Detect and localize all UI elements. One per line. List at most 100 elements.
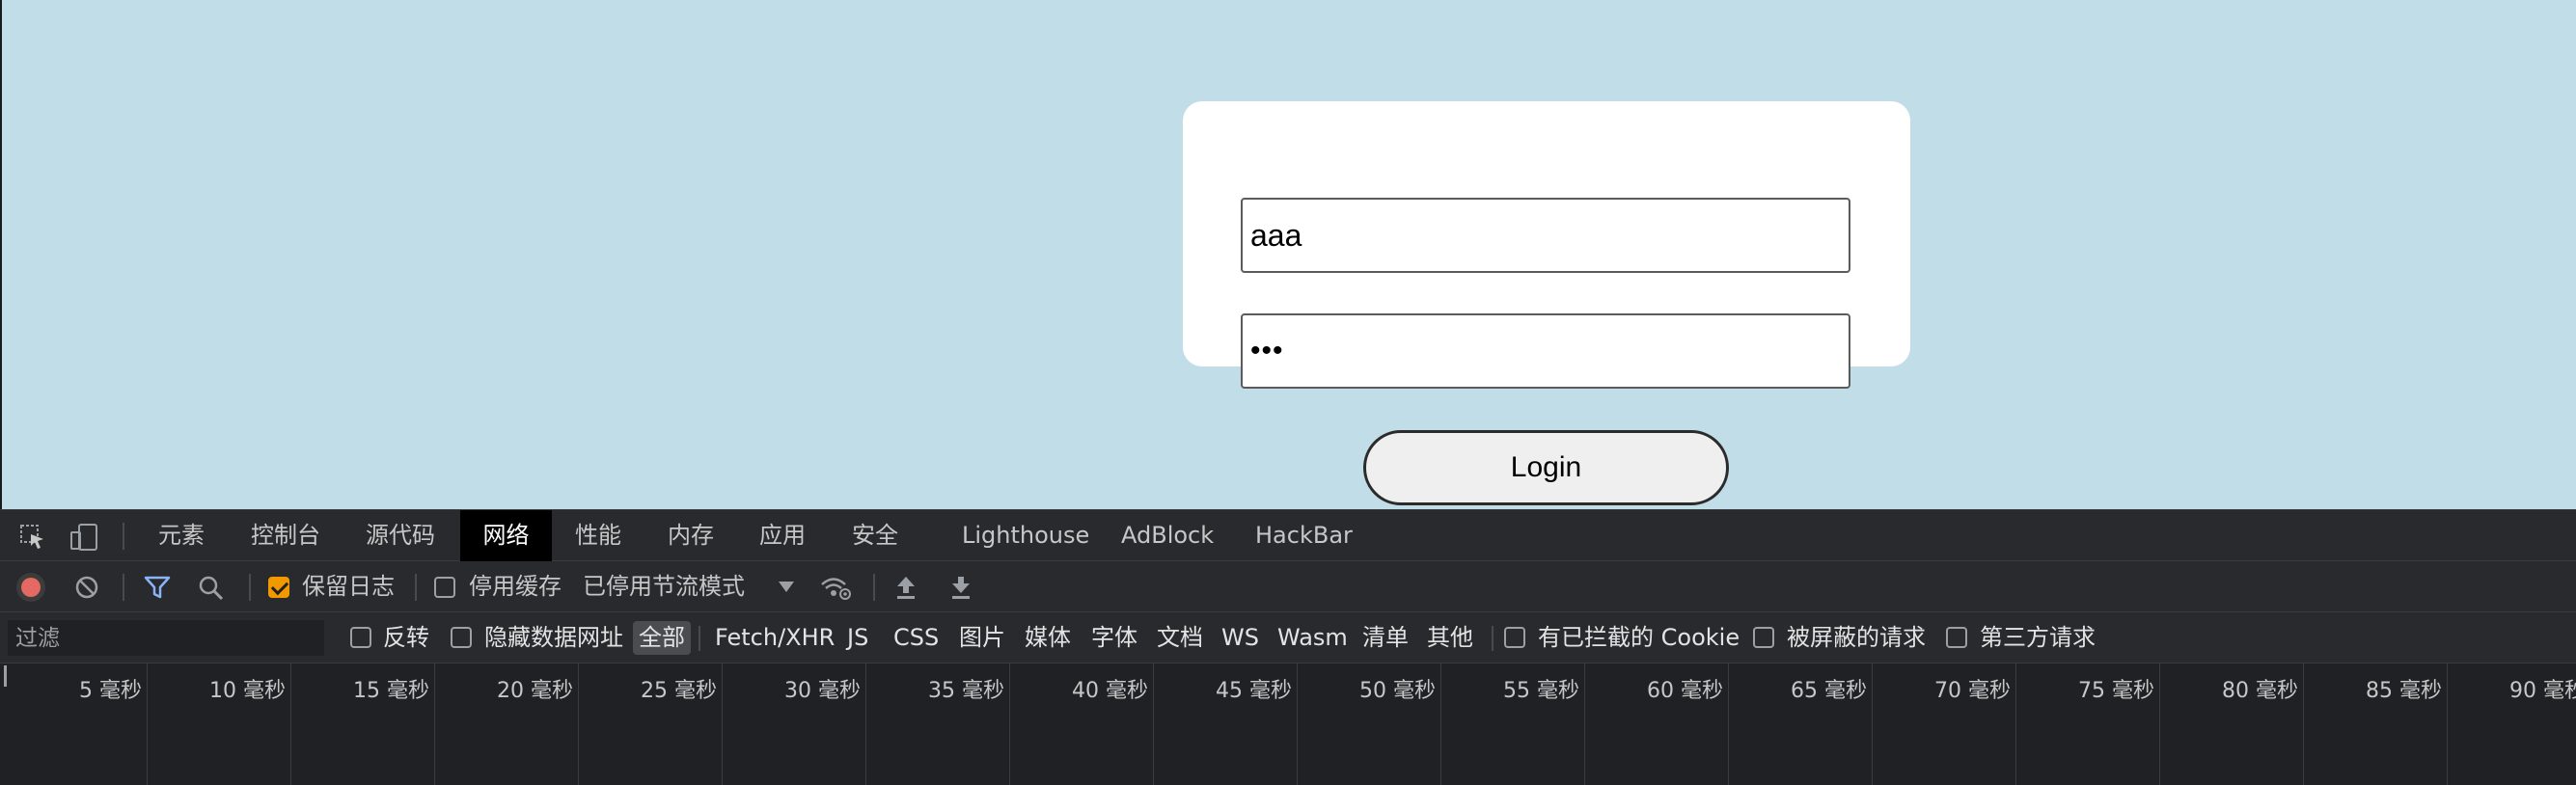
- blocked-requests-checkbox[interactable]: [1753, 627, 1774, 648]
- timeline-tick-label: 5 毫秒: [79, 679, 142, 703]
- password-input[interactable]: [1241, 313, 1850, 389]
- blocked-requests-label: 被屏蔽的请求: [1787, 624, 1926, 651]
- timeline-tick-label: 70 毫秒: [1934, 679, 2011, 703]
- tab-sources[interactable]: 源代码: [352, 510, 449, 561]
- chevron-down-icon[interactable]: [778, 581, 795, 599]
- filter-type-doc[interactable]: 文档: [1157, 612, 1203, 663]
- filter-type-css[interactable]: CSS: [893, 612, 939, 663]
- timeline-gridline: [722, 663, 723, 785]
- invert-checkbox[interactable]: [350, 627, 371, 648]
- separator: [123, 574, 124, 601]
- timeline-tick-label: 80 毫秒: [2222, 679, 2298, 703]
- disable-cache-label: 停用缓存: [469, 573, 562, 600]
- throttling-select[interactable]: 已停用节流模式: [583, 561, 745, 612]
- tab-elements[interactable]: 元素: [145, 510, 218, 561]
- timeline-gridline: [2159, 663, 2160, 785]
- timeline-gridline: [1009, 663, 1010, 785]
- timeline-tick-label: 65 毫秒: [1791, 679, 1867, 703]
- timeline-gridline: [578, 663, 579, 785]
- filter-type-other[interactable]: 其他: [1427, 612, 1473, 663]
- network-overview-timeline[interactable]: 5 毫秒 10 毫秒 15 毫秒 20 毫秒 25 毫秒 30 毫秒 35 毫秒 40 毫秒 4…: [0, 663, 2576, 785]
- disable-cache-checkbox[interactable]: [434, 577, 455, 598]
- devtools-tab-bar: 元素 控制台 源代码 网络 性能 内存 应用 安全 Lighthouse AdB…: [0, 509, 2576, 561]
- timeline-tick-label: 90 毫秒: [2509, 679, 2576, 703]
- timeline-tick-label: 85 毫秒: [2366, 679, 2442, 703]
- import-har-icon[interactable]: [893, 574, 918, 606]
- clear-icon[interactable]: [74, 575, 99, 605]
- third-party-label: 第三方请求: [1980, 624, 2096, 651]
- timeline-tick-label: 40 毫秒: [1072, 679, 1148, 703]
- network-toolbar: 保留日志 停用缓存 已停用节流模式: [0, 561, 2576, 612]
- timeline-tick-label: 15 毫秒: [353, 679, 429, 703]
- network-filter-bar: 反转 隐藏数据网址 全部 Fetch/XHR JS CSS 图片 媒体 字体 文…: [0, 612, 2576, 663]
- tab-security[interactable]: 安全: [838, 510, 912, 561]
- filter-type-js[interactable]: JS: [847, 612, 868, 663]
- tab-network[interactable]: 网络: [460, 510, 552, 561]
- timeline-gridline: [2303, 663, 2304, 785]
- invert-label: 反转: [383, 624, 429, 651]
- timeline-tick-label: 30 毫秒: [784, 679, 861, 703]
- tab-memory[interactable]: 内存: [654, 510, 727, 561]
- timeline-gridline: [1872, 663, 1873, 785]
- filter-type-media[interactable]: 媒体: [1025, 612, 1071, 663]
- network-conditions-icon[interactable]: [819, 573, 852, 607]
- filter-type-font[interactable]: 字体: [1091, 612, 1137, 663]
- filter-input[interactable]: [8, 620, 324, 656]
- timeline-tick-label: 20 毫秒: [497, 679, 573, 703]
- separator: [1492, 626, 1494, 651]
- filter-type-wasm[interactable]: Wasm: [1277, 612, 1348, 663]
- tab-hackbar[interactable]: HackBar: [1242, 510, 1366, 561]
- devtools-panel: 元素 控制台 源代码 网络 性能 内存 应用 安全 Lighthouse AdB…: [0, 509, 2576, 785]
- timeline-gridline: [1440, 663, 1441, 785]
- preserve-log-checkbox[interactable]: [268, 577, 289, 598]
- inspect-element-icon[interactable]: [19, 524, 46, 551]
- record-button[interactable]: [16, 573, 45, 602]
- blocked-cookies-label: 有已拦截的 Cookie: [1538, 624, 1740, 651]
- timeline-gridline: [1153, 663, 1154, 785]
- tab-lighthouse[interactable]: Lighthouse: [948, 510, 1103, 561]
- timeline-gridline: [1584, 663, 1585, 785]
- separator: [873, 574, 875, 601]
- filter-type-img[interactable]: 图片: [959, 612, 1005, 663]
- filter-icon[interactable]: [144, 575, 171, 605]
- filter-type-manifest[interactable]: 清单: [1362, 612, 1409, 663]
- hide-data-urls-checkbox[interactable]: [451, 627, 472, 648]
- timeline-gridline: [1297, 663, 1298, 785]
- filter-type-fetch-xhr[interactable]: Fetch/XHR: [715, 612, 835, 663]
- tab-performance[interactable]: 性能: [562, 510, 635, 561]
- timeline-gridline: [865, 663, 866, 785]
- separator: [699, 626, 700, 651]
- record-dot-icon: [21, 578, 41, 597]
- separator: [415, 574, 417, 601]
- timeline-gridline: [147, 663, 148, 785]
- timeline-gridline: [2015, 663, 2016, 785]
- timeline-gridline: [2447, 663, 2448, 785]
- filter-type-all[interactable]: 全部: [633, 621, 691, 655]
- tab-console[interactable]: 控制台: [237, 510, 334, 561]
- timeline-tick-label: 50 毫秒: [1359, 679, 1436, 703]
- preserve-log-label: 保留日志: [302, 573, 395, 600]
- separator: [249, 574, 251, 601]
- timeline-gridline: [434, 663, 435, 785]
- timeline-cursor: [4, 665, 7, 687]
- tab-adblock[interactable]: AdBlock: [1108, 510, 1227, 561]
- search-icon[interactable]: [198, 575, 225, 607]
- timeline-tick-label: 60 毫秒: [1647, 679, 1723, 703]
- filter-type-ws[interactable]: WS: [1221, 612, 1259, 663]
- device-toolbar-icon[interactable]: [69, 524, 97, 551]
- export-har-icon[interactable]: [948, 574, 973, 606]
- timeline-tick-label: 55 毫秒: [1503, 679, 1579, 703]
- web-page: Login: [0, 0, 2576, 509]
- blocked-cookies-checkbox[interactable]: [1504, 627, 1525, 648]
- timeline-tick-label: 25 毫秒: [641, 679, 717, 703]
- username-input[interactable]: [1241, 198, 1850, 273]
- hide-data-urls-label: 隐藏数据网址: [484, 624, 623, 651]
- third-party-checkbox[interactable]: [1946, 627, 1967, 648]
- timeline-gridline: [290, 663, 291, 785]
- tab-application[interactable]: 应用: [746, 510, 819, 561]
- login-button[interactable]: Login: [1363, 430, 1729, 505]
- separator: [123, 523, 124, 550]
- timeline-tick-label: 75 毫秒: [2078, 679, 2154, 703]
- timeline-tick-label: 45 毫秒: [1216, 679, 1292, 703]
- timeline-gridline: [1728, 663, 1729, 785]
